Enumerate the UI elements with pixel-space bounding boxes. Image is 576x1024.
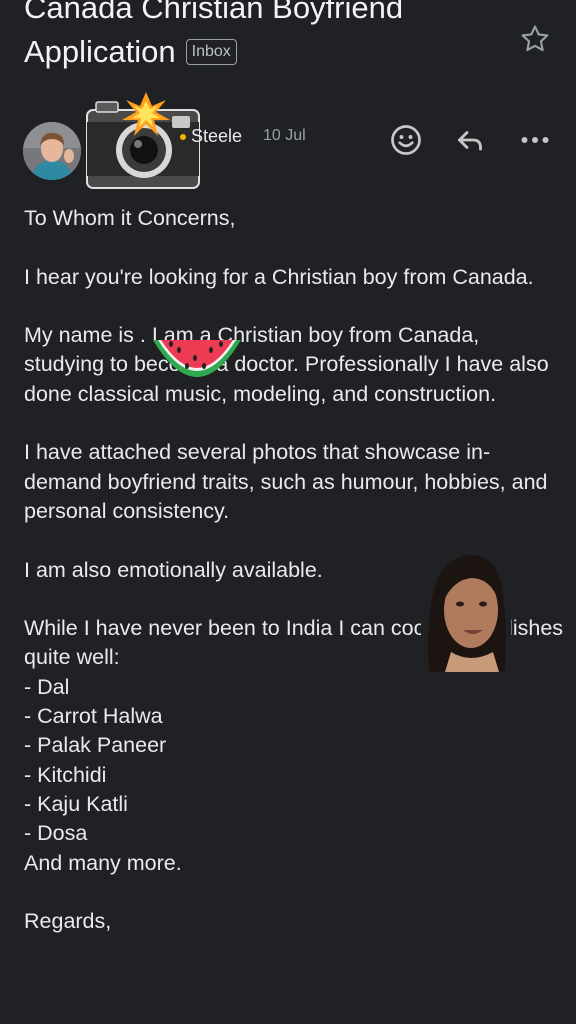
inbox-label-chip[interactable]: Inbox [185,39,237,65]
email-subject: Canada Christian Boyfriend Application In… [24,0,494,74]
video-overlay [421,542,511,672]
more-options-icon[interactable] [517,122,553,158]
avatar-photo [23,122,81,180]
add-reaction-icon[interactable] [388,122,424,158]
email-date: 10 Jul [263,127,306,144]
star-icon[interactable] [518,22,552,56]
camera-flash-sticker [86,92,200,189]
sender-row: Steele 10 Jul [0,92,576,200]
sender-avatar[interactable] [23,122,81,180]
reply-icon[interactable] [452,122,488,158]
watermelon-sticker [153,340,241,377]
status-dot [180,134,186,140]
sender-name[interactable]: Steele [191,126,242,147]
person-overlay-image [421,542,511,672]
